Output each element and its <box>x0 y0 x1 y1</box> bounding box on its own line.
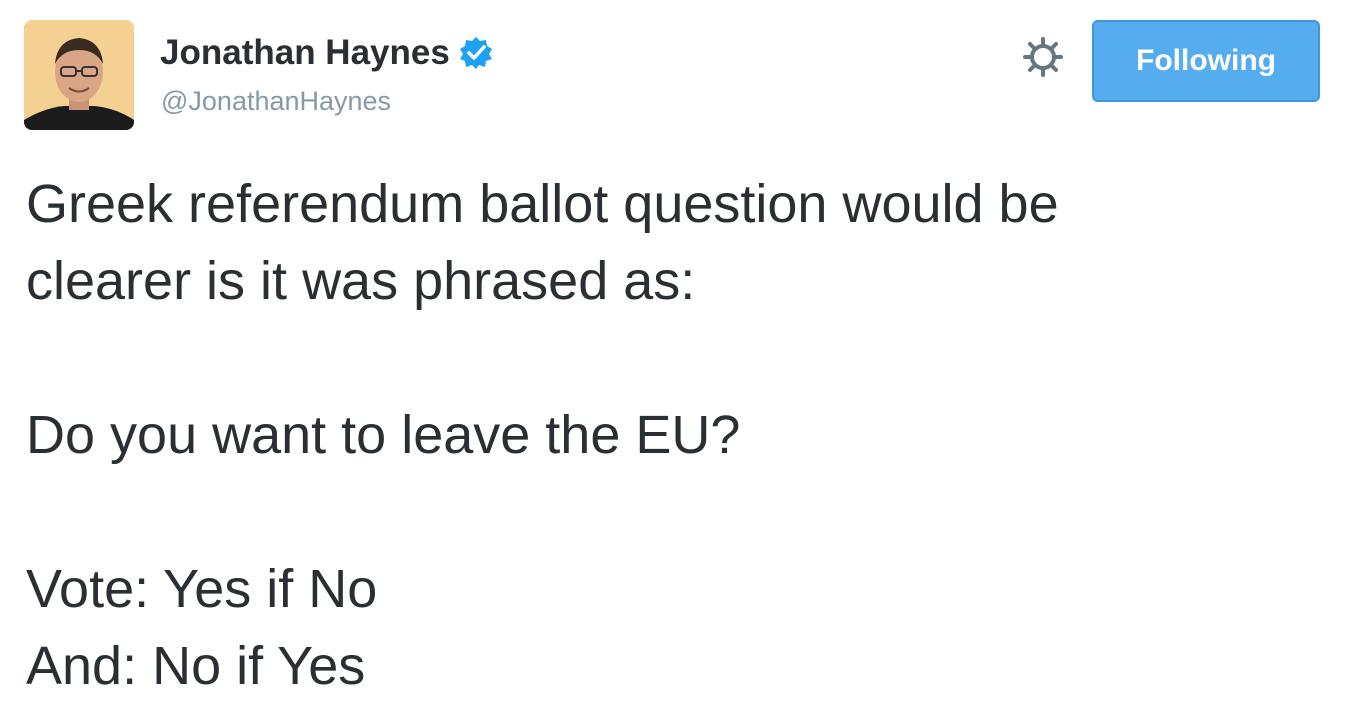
author-name[interactable]: Jonathan Haynes <box>160 33 494 73</box>
tweet-line: Do you want to leave the EU? <box>26 405 741 465</box>
tweet-line: clearer is it was phrased as: <box>26 251 696 311</box>
tweet-line: Greek referendum ballot question would b… <box>26 174 1059 234</box>
tweet-text: Greek referendum ballot question would b… <box>26 166 1336 705</box>
settings-button[interactable] <box>1022 36 1064 78</box>
tweet-line: Vote: Yes if No <box>26 559 378 619</box>
author-handle[interactable]: @JonathanHaynes <box>161 86 391 117</box>
avatar[interactable] <box>24 20 134 130</box>
tweet-line: And: No if Yes <box>26 636 366 696</box>
verified-badge-icon <box>459 37 492 69</box>
author-name-text[interactable]: Jonathan Haynes <box>160 33 450 73</box>
gear-icon <box>1023 37 1063 77</box>
line-spacer <box>26 320 1336 397</box>
line-spacer <box>26 474 1336 551</box>
following-button[interactable]: Following <box>1092 20 1320 102</box>
avatar-photo <box>24 20 134 130</box>
